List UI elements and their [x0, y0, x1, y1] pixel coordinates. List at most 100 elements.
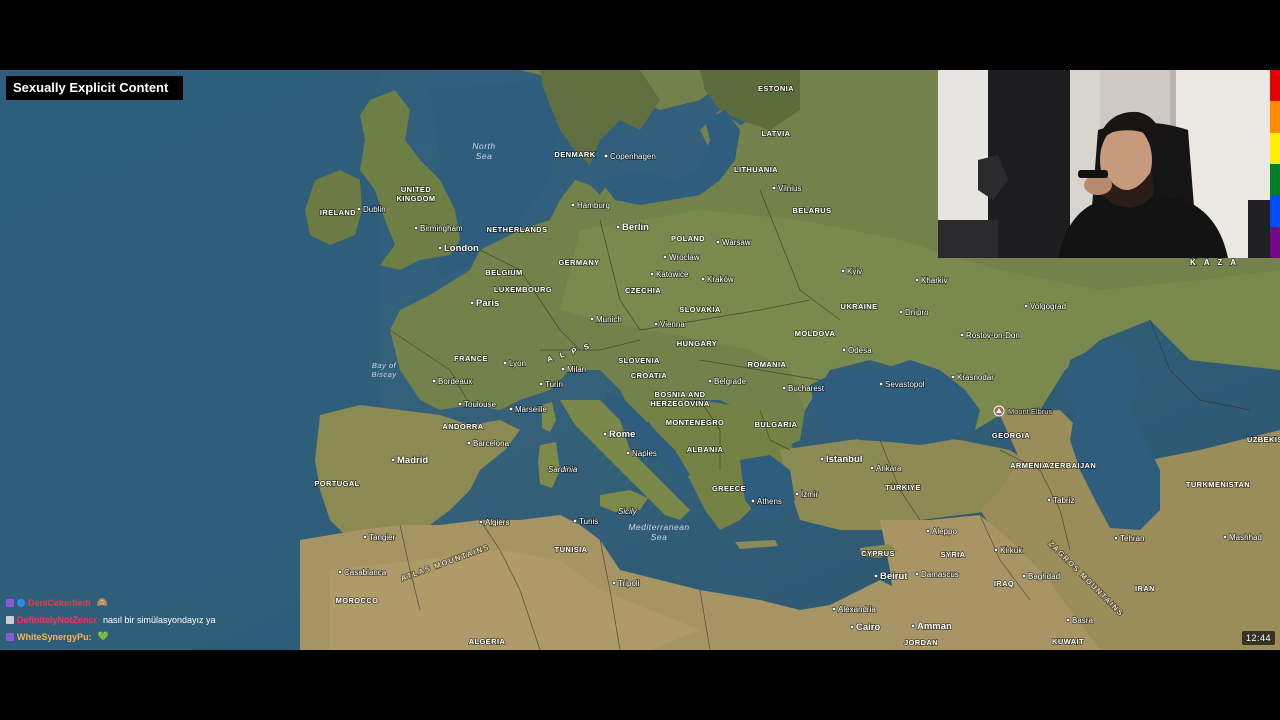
city-marker-icon[interactable]: [413, 225, 419, 231]
label-paris: Paris: [476, 298, 499, 309]
label-sevastopol: Sevastopol: [885, 380, 925, 389]
city-marker-icon[interactable]: [750, 498, 756, 504]
city-marker-icon[interactable]: [478, 519, 484, 525]
city-marker-icon[interactable]: [572, 518, 578, 524]
city-marker-icon[interactable]: [914, 571, 920, 577]
chat-emote: 🙈: [96, 597, 108, 607]
label-katowice: Katowice: [656, 270, 689, 279]
label-izmir: İzmir: [801, 490, 819, 499]
label-turkiye: TÜRKIYE: [885, 483, 921, 492]
city-marker-icon[interactable]: [653, 321, 659, 327]
label-volgograd: Volgograd: [1030, 302, 1066, 311]
city-marker-icon[interactable]: [771, 185, 777, 191]
label-slovenia: SLOVENIA: [618, 356, 660, 365]
label-naples: Naples: [632, 449, 657, 458]
label-tangier: Tangier: [369, 533, 396, 542]
label-germany: GERMANY: [558, 258, 599, 267]
user-badge-icon: [6, 615, 14, 624]
city-marker-icon[interactable]: [362, 534, 368, 540]
label-amman: Amman: [917, 621, 952, 632]
city-marker-icon[interactable]: [466, 440, 472, 446]
city-marker-icon[interactable]: [469, 300, 475, 306]
pride-stripe: [1270, 132, 1280, 164]
city-marker-icon[interactable]: [1222, 534, 1228, 540]
city-marker-icon[interactable]: [570, 202, 576, 208]
label-north-sea: North: [472, 141, 495, 151]
city-marker-icon[interactable]: [390, 457, 396, 463]
label-london: London: [444, 243, 479, 254]
city-marker-icon[interactable]: [950, 374, 956, 380]
city-marker-icon[interactable]: [437, 245, 443, 251]
city-marker-icon[interactable]: [662, 254, 668, 260]
label-bosnia: BOSNIA AND: [655, 390, 706, 399]
city-marker-icon[interactable]: [781, 385, 787, 391]
content-warning-label: Sexually Explicit Content: [6, 76, 184, 100]
label-romania: ROMANIA: [748, 360, 787, 369]
city-marker-icon[interactable]: [1023, 303, 1029, 309]
city-marker-icon[interactable]: [831, 606, 837, 612]
city-marker-icon[interactable]: [914, 277, 920, 283]
label-odesa: Odesa: [848, 346, 872, 355]
label-uzbekistan: UZBEKIS: [1247, 435, 1280, 444]
city-marker-icon[interactable]: [910, 623, 916, 629]
city-marker-icon[interactable]: [649, 271, 655, 277]
city-marker-icon[interactable]: [715, 239, 721, 245]
label-latvia: LATVIA: [762, 129, 791, 138]
city-marker-icon[interactable]: [700, 276, 706, 282]
city-marker-icon[interactable]: [1021, 573, 1027, 579]
label-dnipro: Dnipro: [905, 308, 929, 317]
city-marker-icon[interactable]: [849, 624, 855, 630]
city-marker-icon[interactable]: [508, 406, 514, 412]
city-marker-icon[interactable]: [925, 528, 931, 534]
city-marker-icon[interactable]: [1046, 497, 1052, 503]
city-marker-icon[interactable]: [538, 381, 544, 387]
city-marker-icon[interactable]: [560, 366, 566, 372]
city-marker-icon[interactable]: [589, 316, 595, 322]
city-marker-icon[interactable]: [356, 206, 362, 212]
city-marker-icon[interactable]: [625, 450, 631, 456]
pride-stripe: [1270, 163, 1280, 196]
city-marker-icon[interactable]: [959, 332, 965, 338]
city-marker-icon[interactable]: [707, 378, 713, 384]
label-morocco: MOROCCO: [336, 596, 379, 605]
city-marker-icon[interactable]: [431, 378, 437, 384]
label-cyprus: CYPRUS: [861, 549, 895, 558]
label-estonia: ESTONIA: [758, 84, 794, 93]
city-marker-icon[interactable]: [337, 569, 343, 575]
pride-stripe: [1270, 101, 1280, 133]
label-munich: Munich: [596, 315, 622, 324]
city-marker-icon[interactable]: [1113, 535, 1119, 541]
label-vilnius: Vilnius: [778, 184, 801, 193]
label-birmingham: Birmingham: [420, 224, 463, 233]
city-marker-icon[interactable]: [898, 309, 904, 315]
city-marker-icon[interactable]: [1065, 617, 1071, 623]
city-marker-icon[interactable]: [840, 268, 846, 274]
city-marker-icon[interactable]: [819, 456, 825, 462]
label-montenegro: MONTENEGRO: [666, 418, 725, 427]
label-wroclaw: Wrocław: [669, 253, 700, 262]
city-marker-icon[interactable]: [502, 360, 508, 366]
label-milan: Milan: [567, 365, 586, 374]
label-dublin: Dublin: [363, 205, 386, 214]
label-ukraine: UKRAINE: [841, 302, 878, 311]
city-marker-icon[interactable]: [457, 401, 463, 407]
city-marker-icon[interactable]: [873, 573, 879, 579]
pride-stripe: [1270, 70, 1280, 102]
chat-overlay: DeniCekerliedi 🙈 DefinitelyNotZencr nası…: [6, 594, 216, 645]
label-north-sea-2: Sea: [476, 151, 493, 161]
city-marker-icon[interactable]: [993, 547, 999, 553]
label-albania: ALBANIA: [687, 445, 724, 454]
city-marker-icon[interactable]: [878, 381, 884, 387]
label-belarus: BELARUS: [792, 206, 831, 215]
city-marker-icon[interactable]: [794, 491, 800, 497]
label-istanbul: Istanbul: [826, 454, 862, 465]
city-marker-icon[interactable]: [841, 347, 847, 353]
city-marker-icon[interactable]: [602, 431, 608, 437]
city-marker-icon[interactable]: [869, 465, 875, 471]
label-madrid: Madrid: [397, 455, 428, 466]
city-marker-icon[interactable]: [615, 224, 621, 230]
label-turkmenistan: TURKMENISTAN: [1186, 480, 1250, 489]
city-marker-icon[interactable]: [603, 153, 609, 159]
city-marker-icon[interactable]: [611, 580, 617, 586]
label-bay-of-biscay: Bay of: [372, 361, 397, 370]
